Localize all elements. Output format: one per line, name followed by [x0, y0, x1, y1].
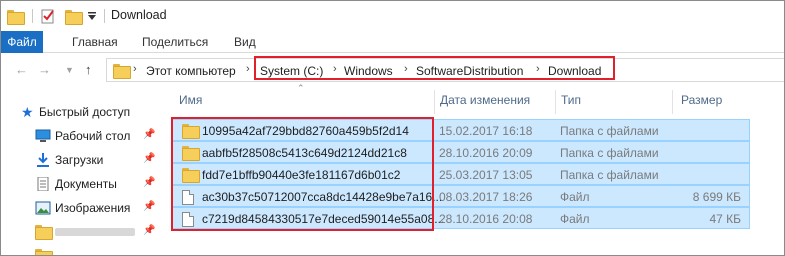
title-separator-2 [104, 9, 105, 23]
column-divider[interactable] [672, 90, 673, 114]
up-arrow-icon[interactable]: ↑ [85, 62, 92, 77]
nav-item-label: Рабочий стол [55, 129, 131, 143]
column-divider[interactable] [434, 90, 435, 114]
explorer-window: Download Файл Главная Поделиться Вид ← →… [0, 0, 785, 256]
column-header-date[interactable]: Дата изменения [440, 93, 530, 113]
file-date: 25.03.2017 13:05 [439, 168, 533, 182]
nav-item-redacted-folder-2[interactable] [1, 245, 161, 255]
nav-item-label: Изображения [55, 201, 131, 215]
nav-item-label: Документы [55, 177, 117, 191]
navigation-pane: ★ Быстрый доступ Рабочий стол 📌 Загрузки… [1, 101, 161, 255]
nav-item-documents[interactable]: Документы 📌 [1, 173, 161, 195]
file-type: Папка с файлами [560, 146, 659, 160]
new-folder-icon[interactable] [65, 7, 83, 25]
ribbon-tabs: Файл Главная Поделиться Вид [1, 31, 784, 53]
address-folder-icon [113, 64, 131, 80]
file-type: Файл [560, 190, 590, 204]
nav-item-label: Быстрый доступ [39, 105, 131, 119]
star-icon: ★ [21, 104, 34, 120]
pin-icon[interactable]: 📌 [143, 129, 155, 140]
file-type: Папка с файлами [560, 168, 659, 182]
tab-file[interactable]: Файл [1, 31, 43, 53]
download-icon [35, 153, 51, 167]
file-date: 08.03.2017 18:26 [439, 190, 533, 204]
column-header-type[interactable]: Тип [561, 93, 581, 113]
file-date: 28.10.2016 20:08 [439, 212, 533, 226]
nav-item-desktop[interactable]: Рабочий стол 📌 [1, 125, 161, 147]
pin-icon[interactable]: 📌 [143, 153, 155, 164]
folder-icon [35, 249, 53, 255]
nav-item-downloads[interactable]: Загрузки 📌 [1, 149, 161, 171]
pictures-icon [35, 201, 51, 215]
title-separator [32, 9, 33, 23]
window-folder-icon [7, 7, 25, 25]
recent-locations-icon[interactable]: ▼ [65, 65, 74, 75]
file-type: Папка с файлами [560, 124, 659, 138]
crumb-separator-icon[interactable]: › [133, 63, 137, 75]
files-highlight-box [171, 117, 434, 231]
redacted-label [55, 228, 135, 236]
properties-icon[interactable] [40, 7, 56, 25]
file-type: Файл [560, 212, 590, 226]
nav-item-label: Загрузки [55, 153, 104, 167]
pin-icon[interactable]: 📌 [143, 201, 155, 212]
file-date: 15.02.2017 16:18 [439, 124, 533, 138]
sort-ascending-icon: ⌃ [297, 83, 305, 93]
column-header-size[interactable]: Размер [681, 93, 722, 113]
tab-share[interactable]: Поделиться [142, 31, 208, 53]
file-date: 28.10.2016 20:09 [439, 146, 533, 160]
nav-item-redacted-folder[interactable]: 📌 [1, 221, 161, 243]
crumb-separator-icon[interactable]: › [246, 63, 250, 75]
pin-icon[interactable]: 📌 [143, 225, 155, 236]
nav-item-quick-access[interactable]: ★ Быстрый доступ [1, 101, 161, 123]
path-highlight-box [254, 56, 615, 80]
file-size: 47 КБ [709, 212, 741, 226]
forward-arrow-icon[interactable]: → [38, 62, 51, 77]
desktop-icon [35, 129, 51, 143]
pin-icon[interactable]: 📌 [143, 177, 155, 188]
documents-icon [35, 176, 51, 192]
crumb-this-pc[interactable]: Этот компьютер [146, 64, 236, 78]
file-size: 8 699 КБ [692, 190, 741, 204]
window-title: Download [111, 8, 167, 22]
back-arrow-icon[interactable]: ← [15, 62, 28, 77]
column-header-name[interactable]: Имя [179, 93, 202, 113]
folder-icon [35, 225, 53, 240]
customize-toolbar-icon[interactable] [87, 7, 97, 25]
tab-home[interactable]: Главная [72, 31, 118, 53]
nav-item-pictures[interactable]: Изображения 📌 [1, 197, 161, 219]
tab-view[interactable]: Вид [234, 31, 256, 53]
title-bar: Download [1, 1, 784, 31]
column-divider[interactable] [555, 90, 556, 114]
